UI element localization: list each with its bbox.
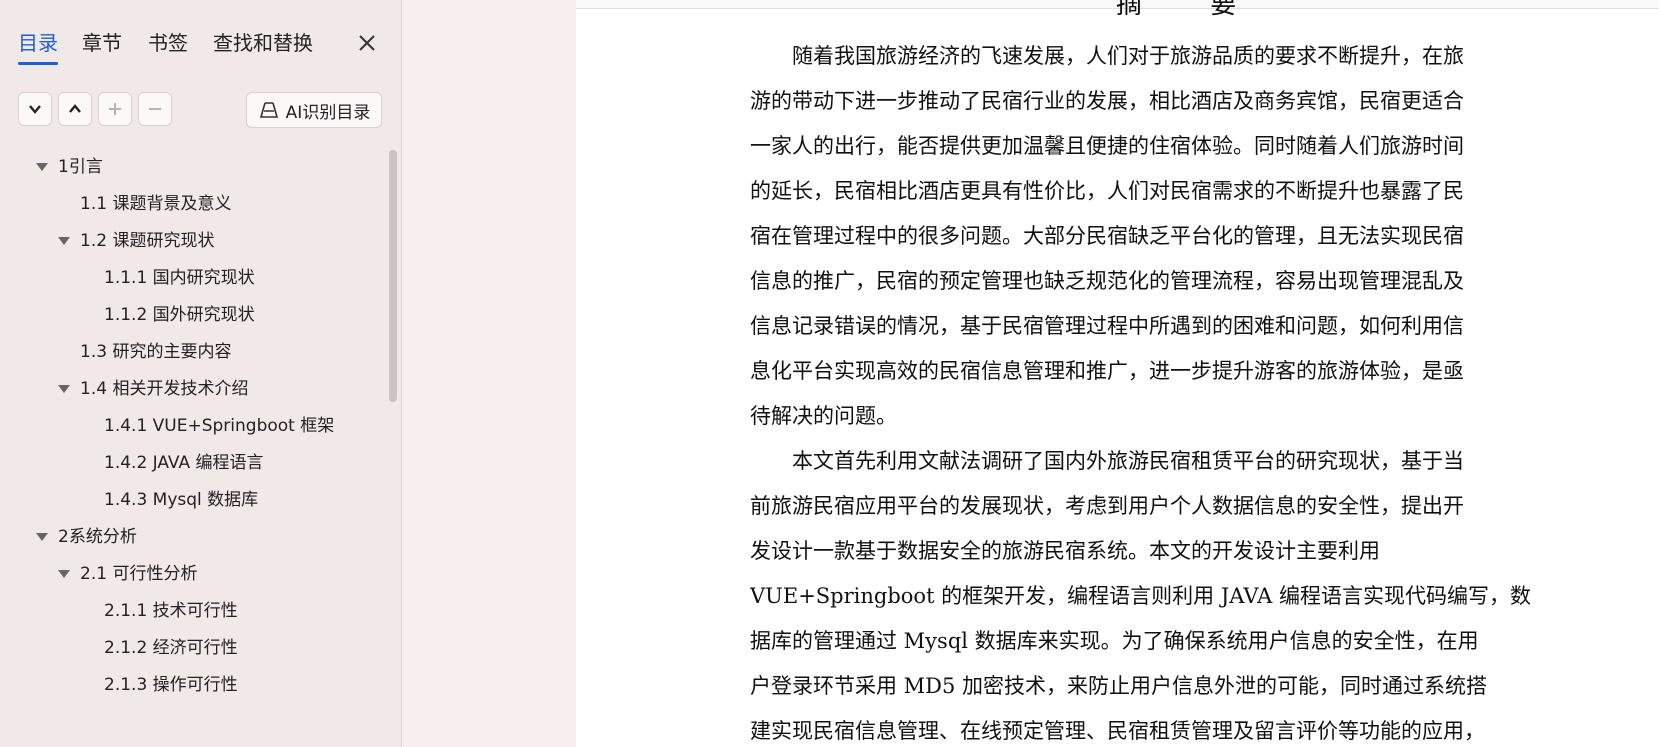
expand-arrow-icon[interactable] [36, 533, 48, 541]
toc-item[interactable]: 1.4.1 VUE+Springboot 框架 [104, 409, 334, 443]
paragraph-line: 息化平台实现高效的民宿信息管理和推广，进一步提升游客的旅游体验，是亟 [750, 359, 1464, 383]
minus-icon [149, 108, 161, 110]
toc-item[interactable]: 2.1.2 经济可行性 [104, 631, 238, 665]
toc-item[interactable]: 1.4.3 Mysql 数据库 [104, 483, 258, 517]
paragraph-line: 发设计一款基于数据安全的旅游民宿系统。本文的开发设计主要利用 [750, 539, 1380, 563]
paragraph-line: 待解决的问题。 [750, 404, 897, 428]
paragraph-line: 游的带动下进一步推动了民宿行业的发展，相比酒店及商务宾馆，民宿更适合 [750, 89, 1464, 113]
expand-arrow-icon[interactable] [58, 570, 70, 578]
toc-item[interactable]: 2.1.3 操作可行性 [104, 668, 238, 702]
tab-toc[interactable]: 目录 [18, 28, 58, 58]
toc-item[interactable]: 1.4.2 JAVA 编程语言 [104, 446, 264, 480]
ai-toc-label: AI识别目录 [285, 102, 371, 123]
toc-item[interactable]: 2系统分析 [58, 520, 137, 554]
toc-item[interactable]: 1.1.1 国内研究现状 [104, 261, 255, 295]
toc-scrollbar[interactable] [389, 150, 397, 402]
toc-toolbar: AI识别目录 [18, 92, 388, 130]
active-tab-indicator [18, 62, 58, 65]
ai-flask-icon [259, 102, 278, 118]
expand-arrow-icon[interactable] [36, 163, 48, 171]
paragraph-line: 据库的管理通过 Mysql 数据库来实现。为了确保系统用户信息的安全性，在用 [750, 629, 1479, 653]
paragraph-line: 本文首先利用文献法调研了国内外旅游民宿租赁平台的研究现状，基于当 [750, 449, 1464, 473]
document-page[interactable]: 摘 要 随着我国旅游经济的飞速发展，人们对于旅游品质的要求不断提升，在旅 游的带… [576, 0, 1659, 747]
remove-heading-button[interactable] [138, 92, 172, 126]
collapse-up-button[interactable] [58, 92, 92, 126]
add-heading-button[interactable] [98, 92, 132, 126]
paragraph-line: 前旅游民宿应用平台的发展现状，考虑到用户个人数据信息的安全性，提出开 [750, 494, 1464, 518]
tab-find-replace[interactable]: 查找和替换 [213, 28, 313, 58]
navigation-pane: 目录 章节 书签 查找和替换 AI识别目录 1引言 1.1 课题背景及意义 1.… [0, 0, 402, 747]
abstract-heading: 摘 要 [1116, 0, 1267, 20]
document-margin [402, 0, 576, 747]
paragraph-line: 一家人的出行，能否提供更加温馨且便捷的住宿体验。同时随着人们旅游时间 [750, 134, 1464, 158]
toc-item[interactable]: 1.2 课题研究现状 [80, 224, 214, 258]
toc-item[interactable]: 1.4 相关开发技术介绍 [80, 372, 248, 406]
expand-arrow-icon[interactable] [58, 385, 70, 393]
paragraph-line: 信息记录错误的情况，基于民宿管理过程中所遇到的困难和问题，如何利用信 [750, 314, 1464, 338]
toc-item[interactable]: 1.3 研究的主要内容 [80, 335, 231, 369]
paragraph-line: VUE+Springboot 的框架开发，编程语言则利用 JAVA 编程语言实现… [750, 584, 1531, 608]
paragraph-line: 信息的推广，民宿的预定管理也缺乏规范化的管理流程，容易出现管理混乱及 [750, 269, 1464, 293]
expand-arrow-icon[interactable] [58, 237, 70, 245]
toc-item[interactable]: 2.1 可行性分析 [80, 557, 197, 591]
tab-chapters[interactable]: 章节 [82, 28, 122, 58]
toc-item[interactable]: 2.1.1 技术可行性 [104, 594, 238, 628]
paragraph-line: 宿在管理过程中的很多问题。大部分民宿缺乏平台化的管理，且无法实现民宿 [750, 224, 1464, 248]
toc-item[interactable]: 1.1 课题背景及意义 [80, 187, 231, 221]
paragraph-line: 的延长，民宿相比酒店更具有性价比，人们对民宿需求的不断提升也暴露了民 [750, 179, 1464, 203]
chevron-up-icon [69, 104, 81, 113]
paragraph-line: 随着我国旅游经济的飞速发展，人们对于旅游品质的要求不断提升，在旅 [750, 44, 1464, 68]
chevron-down-icon [29, 105, 41, 114]
toc-item[interactable]: 1引言 [58, 150, 103, 184]
tab-bookmarks[interactable]: 书签 [148, 28, 188, 58]
paragraph-line: 建实现民宿信息管理、在线预定管理、民宿租赁管理及留言评价等功能的应用， [750, 719, 1485, 743]
toc-item[interactable]: 1.1.2 国外研究现状 [104, 298, 255, 332]
paragraph-line: 户登录环节采用 MD5 加密技术，来防止用户信息外泄的可能，同时通过系统搭 [750, 674, 1488, 698]
close-icon[interactable] [352, 28, 382, 58]
plus-icon [109, 103, 121, 115]
expand-down-button[interactable] [18, 92, 52, 126]
ai-toc-button[interactable]: AI识别目录 [246, 92, 382, 128]
